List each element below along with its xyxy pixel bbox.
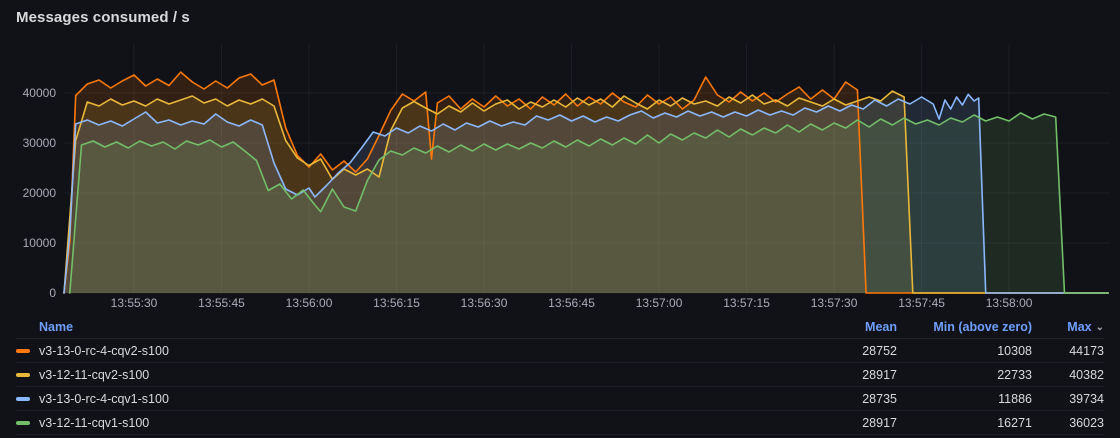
series-color-swatch[interactable] [16,373,30,377]
x-tick-label: 13:55:30 [111,296,158,310]
series-mean-value: 28752 [747,344,897,358]
legend-col-max[interactable]: Max⌄ [1032,320,1104,334]
y-tick-label: 0 [49,286,56,300]
x-tick-label: 13:57:30 [811,296,858,310]
series-color-swatch[interactable] [16,421,30,425]
series-name[interactable]: v3-12-11-cqv2-s100 [39,368,149,382]
legend-row[interactable]: v3-13-0-rc-4-cqv2-s100 287521030844173 [16,339,1104,363]
y-tick-label: 30000 [23,136,57,150]
series-name[interactable]: v3-12-11-cqv1-s100 [39,416,149,430]
legend-col-mean[interactable]: Mean [747,320,897,334]
x-tick-label: 13:57:15 [723,296,770,310]
series-color-swatch[interactable] [16,349,30,353]
sort-desc-icon: ⌄ [1096,322,1104,333]
series-min-value: 11886 [897,392,1032,406]
series-max-value: 44173 [1032,344,1104,358]
series-fills [64,72,1108,293]
legend-table: Name Mean Min (above zero) Max⌄ v3-13-0-… [16,315,1104,435]
legend-row[interactable]: v3-12-11-cqv1-s100 289171627136023 [16,411,1104,435]
timeseries-chart[interactable]: 010000200003000040000 13:55:3013:55:4513… [0,44,1120,314]
series-mean-value: 28917 [747,416,897,430]
series-name[interactable]: v3-13-0-rc-4-cqv2-s100 [39,344,169,358]
x-tick-label: 13:56:30 [461,296,508,310]
x-tick-label: 13:56:45 [548,296,595,310]
x-tick-label: 13:57:45 [898,296,945,310]
legend-row[interactable]: v3-13-0-rc-4-cqv1-s100 287351188639734 [16,387,1104,411]
timeseries-svg: 010000200003000040000 13:55:3013:55:4513… [0,44,1120,314]
x-tick-label: 13:56:15 [373,296,420,310]
series-min-value: 22733 [897,368,1032,382]
legend-col-min[interactable]: Min (above zero) [897,320,1032,334]
legend-col-name[interactable]: Name [16,320,747,334]
legend-header: Name Mean Min (above zero) Max⌄ [16,315,1104,339]
y-tick-label: 40000 [23,86,57,100]
series-color-swatch[interactable] [16,397,30,401]
x-tick-label: 13:58:00 [986,296,1033,310]
series-name[interactable]: v3-13-0-rc-4-cqv1-s100 [39,392,169,406]
x-axis-labels: 13:55:30 13:55:45 13:56:00 13:56:15 13:56:30… [111,296,1033,310]
series-max-value: 40382 [1032,368,1104,382]
grafana-panel: Messages consumed / s 0 10000 20000 30000 40… [0,0,1120,438]
series-min-value: 10308 [897,344,1032,358]
series-min-value: 16271 [897,416,1032,430]
series-mean-value: 28917 [747,368,897,382]
legend-row[interactable]: v3-12-11-cqv2-s100 289172273340382 [16,363,1104,387]
panel-title[interactable]: Messages consumed / s [16,9,190,26]
series-mean-value: 28735 [747,392,897,406]
x-tick-label: 13:56:00 [286,296,333,310]
x-tick-label: 13:57:00 [636,296,683,310]
y-tick-label: 20000 [23,186,57,200]
series-max-value: 36023 [1032,416,1104,430]
y-tick-label: 10000 [23,236,57,250]
series-max-value: 39734 [1032,392,1104,406]
y-axis-labels: 0 10000 20000 30000 40000 [23,86,57,300]
x-tick-label: 13:55:45 [198,296,245,310]
